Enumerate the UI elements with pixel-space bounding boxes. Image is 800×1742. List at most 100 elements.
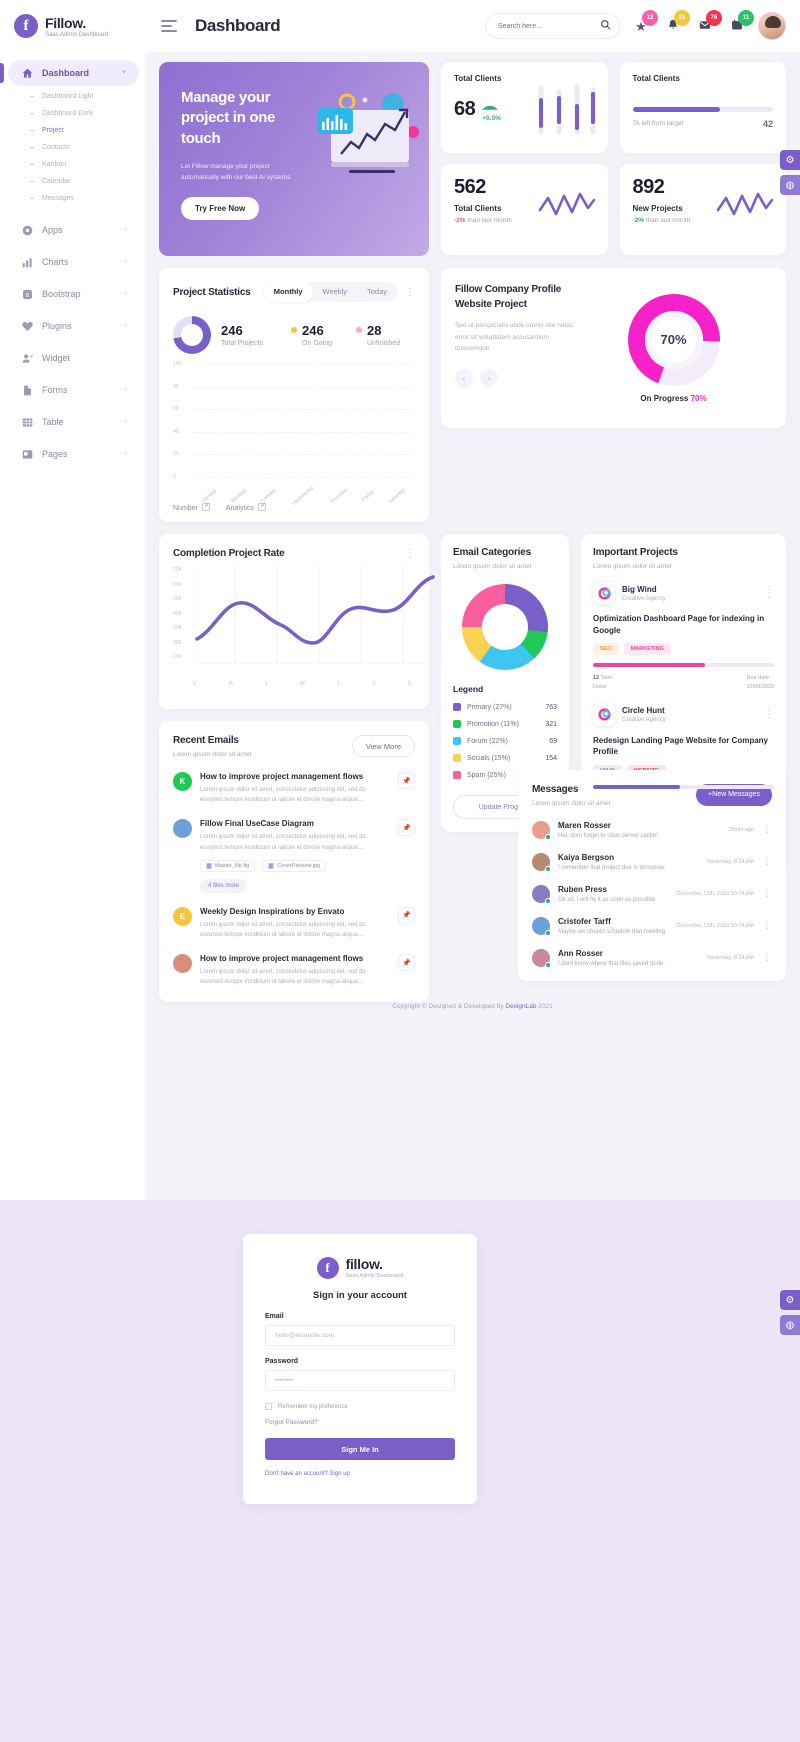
apps-icon xyxy=(22,225,33,236)
next-button[interactable]: › xyxy=(480,369,498,388)
checkbox-icon[interactable] xyxy=(265,1403,272,1410)
brand-logo-icon: f xyxy=(316,1256,339,1279)
home-icon xyxy=(22,68,33,79)
project-options-button[interactable]: ⋮ xyxy=(764,710,774,720)
message-preview: Maybe we should schedule that meeting xyxy=(558,928,666,935)
sidebar-item-plugins[interactable]: Plugins › xyxy=(8,313,139,339)
tab-today[interactable]: Today xyxy=(357,282,397,302)
search-icon[interactable] xyxy=(600,17,611,35)
prev-button[interactable]: ‹ xyxy=(455,369,473,388)
email-item[interactable]: How to improve project management flows L… xyxy=(173,954,415,987)
gear-icon-button[interactable]: ⚙ xyxy=(780,1290,800,1310)
avatar[interactable] xyxy=(758,12,786,40)
legend-number[interactable]: Number xyxy=(173,502,210,512)
pin-button[interactable]: 📌 xyxy=(398,819,415,837)
star-icon-button[interactable]: ★ 12 xyxy=(630,10,658,37)
sidebar-subitem-messages[interactable]: Messages xyxy=(0,190,145,207)
mail-icon-button[interactable]: 76 xyxy=(694,10,722,37)
message-options-button[interactable]: ⋮ xyxy=(762,889,772,899)
sidebar-subitem-contacts[interactable]: Contacts xyxy=(0,139,145,156)
try-free-now-button[interactable]: Try Free Now xyxy=(181,196,260,220)
email-item[interactable]: K How to improve project management flows… xyxy=(173,772,415,805)
sidebar-item-forms[interactable]: Forms › xyxy=(8,377,139,403)
project-progress-bar xyxy=(593,784,774,789)
brand-tagline: Saas Admin Dashboard xyxy=(45,31,109,38)
email-field[interactable]: hello@example.com xyxy=(265,1325,455,1346)
message-item[interactable]: Maren Rosser Hei, dont forget to clear se… xyxy=(532,820,772,840)
tab-weekly[interactable]: Weekly xyxy=(313,282,357,302)
sidebar-item-charts[interactable]: Charts › xyxy=(8,249,139,275)
sidebar-item-dashboard[interactable]: Dashboard ▼ xyxy=(0,60,139,86)
forgot-password-link[interactable]: Forgot Password? xyxy=(265,1419,455,1426)
legend-value: 69 xyxy=(549,737,557,745)
sidebar-subitem-label: Calendar xyxy=(42,178,71,185)
bell-icon-button[interactable]: 21 xyxy=(662,10,690,37)
message-item[interactable]: Ruben Press Ok sir, I will fix it as soon… xyxy=(532,884,772,904)
remember-checkbox-row[interactable]: Remember my preference xyxy=(265,1403,455,1410)
search-box[interactable] xyxy=(485,13,620,39)
tab-monthly[interactable]: Monthly xyxy=(263,282,313,302)
legend-label: Promotion (11%) xyxy=(467,720,520,728)
sidebar-item-table[interactable]: Table › xyxy=(8,409,139,435)
card-options-button[interactable]: ⋮ xyxy=(405,287,415,297)
calendar-icon-button[interactable]: 11 xyxy=(726,10,754,37)
attachment-chip[interactable]: Master_file.fig xyxy=(200,859,256,872)
email-item[interactable]: Fillow Final UseCase Diagram Lorem ipsum … xyxy=(173,819,415,893)
project-options-button[interactable]: ⋮ xyxy=(764,588,774,598)
stat-card-new-projects: 892 New Projects -2% than last month xyxy=(619,164,786,255)
y-tick-label: 60K xyxy=(173,581,182,588)
search-input[interactable] xyxy=(498,22,600,30)
brand-logo-block[interactable]: f Fillow. Saas Admin Dashboard xyxy=(0,0,145,52)
sidebar-item-bootstrap[interactable]: B Bootstrap › xyxy=(8,281,139,307)
sidebar-subitem-calendar[interactable]: Calendar xyxy=(0,173,145,190)
footer-link[interactable]: DexignLab xyxy=(505,1003,536,1010)
message-options-button[interactable]: ⋮ xyxy=(762,825,772,835)
message-options-button[interactable]: ⋮ xyxy=(762,921,772,931)
message-options-button[interactable]: ⋮ xyxy=(762,953,772,963)
card-text: Sed ut perspiciatis unde omnis iste natu… xyxy=(455,322,574,353)
sidebar-item-label: Bootstrap xyxy=(42,289,81,299)
gear-icon-button[interactable]: ⚙ xyxy=(780,150,800,170)
sidebar-subitem-dashboard-dark[interactable]: Dashboard Dark xyxy=(0,105,145,122)
sign-in-button[interactable]: Sign Me In xyxy=(265,1438,455,1460)
password-field[interactable]: •••••••• xyxy=(265,1370,455,1391)
legend-value: 321 xyxy=(545,720,557,728)
sidebar-item-apps[interactable]: Apps › xyxy=(8,217,139,243)
message-item[interactable]: Ann Rosser I dont know where that files s… xyxy=(532,948,772,968)
pin-button[interactable]: 📌 xyxy=(398,906,415,924)
login-brand-name: fillow. xyxy=(345,1256,383,1272)
sidebar-subitem-kanban[interactable]: Kanban xyxy=(0,156,145,173)
stats-column: Total Clients 68 +0.5% Total Clients 76 … xyxy=(441,62,786,255)
email-title: How to improve project management flows xyxy=(200,772,364,781)
pin-button[interactable]: 📌 xyxy=(398,954,415,972)
signup-link[interactable]: Sign up xyxy=(330,1471,350,1477)
project-progress-bar xyxy=(593,663,774,668)
ongoing-dot-icon xyxy=(291,327,298,333)
message-avatar xyxy=(532,916,551,936)
email-item[interactable]: E Weekly Design Inspirations by Envato Lor… xyxy=(173,906,415,940)
message-item[interactable]: Kaiya Bergson I remember that project due… xyxy=(532,852,772,872)
droplet-icon-button[interactable]: ◍ xyxy=(780,1315,800,1335)
message-item[interactable]: Cristofer Tarff Maybe we should schedule … xyxy=(532,916,772,936)
page-title: Dashboard xyxy=(195,16,281,35)
x-tick-label: F xyxy=(372,681,376,687)
sidebar-item-widget[interactable]: Widget xyxy=(8,345,139,371)
sidebar-subitem-dashboard-light[interactable]: Dashboard Light xyxy=(0,88,145,105)
sidebar-menu: Dashboard ▼ Dashboard Light Dashboard Da… xyxy=(0,52,145,467)
more-files-chip[interactable]: 4 files more xyxy=(200,878,248,893)
sidebar-subitem-project[interactable]: Project xyxy=(0,122,145,139)
droplet-icon-button[interactable]: ◍ xyxy=(780,175,800,195)
sidebar-item-pages[interactable]: Pages › xyxy=(8,441,139,467)
menu-toggle-button[interactable] xyxy=(161,20,177,32)
view-more-button[interactable]: View More xyxy=(351,735,415,757)
x-tick-label: T xyxy=(264,681,268,687)
message-options-button[interactable]: ⋮ xyxy=(762,857,772,867)
legend-swatch xyxy=(453,737,461,745)
pages-icon xyxy=(22,449,33,460)
legend-analytics[interactable]: Analytics xyxy=(226,502,266,512)
pin-button[interactable]: 📌 xyxy=(398,772,415,789)
legend-swatch xyxy=(453,720,461,728)
chevron-right-icon: › xyxy=(125,259,127,265)
attachment-chip[interactable]: CoverPreview.jpg xyxy=(262,859,327,872)
card-options-button[interactable]: ⋮ xyxy=(405,549,415,559)
